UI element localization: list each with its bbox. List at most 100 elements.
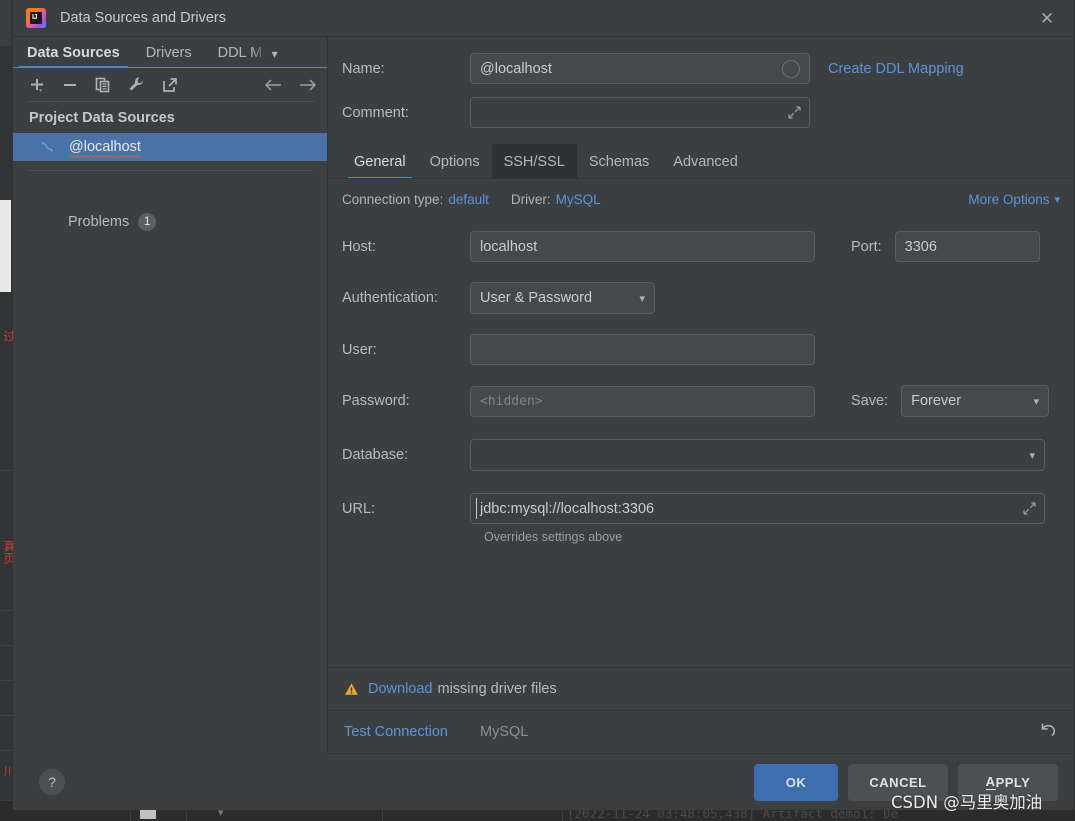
authentication-label: Authentication:: [342, 290, 438, 306]
password-placeholder: <hidden>: [480, 393, 543, 409]
problems-label: Problems: [68, 214, 130, 230]
tab-drivers[interactable]: Drivers: [146, 45, 192, 68]
background-divider-1: [0, 470, 13, 471]
sidebar-item-localhost[interactable]: @localhost: [13, 133, 327, 161]
left-pane: Data Sources Drivers DDL M ▾ Project Dat…: [13, 37, 328, 754]
name-input-value: @localhost: [480, 60, 552, 77]
driver-name-label: MySQL: [479, 724, 529, 740]
ok-button[interactable]: OK: [754, 763, 838, 801]
download-driver-link[interactable]: Download: [368, 681, 433, 697]
password-label: Password:: [342, 393, 410, 409]
password-input[interactable]: <hidden>: [470, 385, 815, 417]
tab-ddl-mappings[interactable]: DDL M: [218, 45, 266, 68]
authentication-value: User & Password: [480, 290, 593, 306]
help-question-icon[interactable]: ?: [39, 769, 65, 795]
plus-icon[interactable]: [29, 77, 45, 93]
chevron-down-icon: ▾: [1054, 193, 1060, 206]
general-tab-form: Connection type: default Driver: MySQL M…: [328, 179, 1074, 667]
chevron-down-icon: ▾: [1029, 448, 1035, 462]
tab-ssh-ssl[interactable]: SSH/SSL: [491, 144, 577, 179]
driver-value[interactable]: MySQL: [556, 192, 601, 207]
sidebar-item-label: @localhost: [69, 139, 141, 158]
background-divider-4: [0, 680, 13, 681]
more-options-button[interactable]: More Options ▾: [968, 192, 1060, 207]
warning-triangle-icon: [344, 682, 359, 697]
problems-count-badge: 1: [138, 213, 157, 231]
external-link-icon[interactable]: [162, 77, 178, 93]
user-label: User:: [342, 341, 377, 358]
undo-icon[interactable]: [1038, 720, 1058, 745]
dialog-title: Data Sources and Drivers: [60, 10, 227, 26]
driver-warning-banner: Download missing driver files: [328, 667, 1074, 710]
user-row: User:: [342, 334, 1060, 365]
save-label: Save:: [851, 393, 889, 409]
comment-row: Comment:: [328, 97, 1074, 128]
port-input[interactable]: 3306: [894, 231, 1040, 262]
database-select[interactable]: ▾: [470, 439, 1045, 471]
comment-input[interactable]: [470, 97, 810, 128]
mysql-dolphin-icon: [39, 138, 57, 156]
host-row: Host: localhost Port: 3306: [342, 231, 1060, 262]
host-input-value: localhost: [480, 238, 538, 255]
port-label: Port:: [851, 238, 882, 255]
sidebar-toolbar: [13, 68, 327, 102]
chevron-down-icon: ▾: [639, 291, 645, 305]
chevron-down-icon: ▾: [1033, 394, 1040, 408]
test-connection-banner: Test Connection MySQL: [328, 710, 1074, 754]
name-label: Name:: [342, 60, 385, 77]
user-input[interactable]: [470, 334, 815, 365]
save-value: Forever: [911, 393, 962, 409]
background-divider-3: [0, 645, 13, 646]
database-row: Database: ▾: [342, 439, 1060, 471]
driver-banner-text: missing driver files: [437, 681, 557, 697]
problems-row[interactable]: Problems 1: [13, 207, 327, 237]
authentication-select[interactable]: User & Password ▾: [470, 282, 655, 314]
background-panel-top: [0, 0, 11, 46]
tab-advanced[interactable]: Advanced: [661, 144, 750, 179]
connection-type-value[interactable]: default: [448, 192, 489, 207]
detail-tabs: General Options SSH/SSL Schemas Advanced: [328, 144, 1074, 179]
wrench-icon[interactable]: [128, 76, 145, 93]
sidebar-tabs: Data Sources Drivers DDL M ▾: [13, 37, 327, 68]
password-row: Password: <hidden> Save: Forever ▾: [342, 385, 1060, 417]
authentication-row: Authentication: User & Password ▾: [342, 282, 1060, 314]
circle-icon[interactable]: [782, 59, 800, 78]
url-input-value: jdbc:mysql://localhost:3306: [480, 500, 655, 517]
copy-icon[interactable]: [95, 77, 111, 93]
name-input[interactable]: @localhost: [470, 53, 810, 84]
background-panel-white: [0, 200, 11, 292]
arrow-left-icon[interactable]: [264, 77, 282, 93]
csdn-watermark: CSDN @马里奥加油: [891, 793, 1043, 812]
close-icon[interactable]: ✕: [1020, 0, 1074, 37]
host-label: Host:: [342, 238, 376, 255]
database-label: Database:: [342, 447, 409, 463]
chevron-down-icon[interactable]: ▾: [272, 47, 278, 68]
right-pane: Name: @localhost Create DDL Mapping Comm…: [328, 37, 1074, 754]
arrow-right-icon[interactable]: [299, 77, 317, 93]
project-data-sources-group-label: Project Data Sources: [29, 110, 175, 126]
tab-data-sources[interactable]: Data Sources: [19, 45, 128, 68]
connection-type-label: Connection type:: [342, 192, 444, 207]
text-caret: [476, 498, 477, 519]
apply-label-rest: PPLY: [995, 774, 1031, 790]
comment-label: Comment:: [342, 104, 409, 121]
minus-icon[interactable]: [62, 77, 78, 93]
expand-icon[interactable]: [788, 105, 801, 122]
dialog-body: Data Sources Drivers DDL M ▾ Project Dat…: [13, 37, 1074, 754]
tab-general[interactable]: General: [342, 144, 418, 179]
create-ddl-mapping-link[interactable]: Create DDL Mapping: [828, 61, 964, 77]
save-select[interactable]: Forever ▾: [901, 385, 1050, 417]
tab-options[interactable]: Options: [418, 144, 492, 179]
expand-icon[interactable]: [1023, 501, 1036, 518]
url-row: URL: jdbc:mysql://localhost:3306: [342, 493, 1060, 524]
tab-schemas[interactable]: Schemas: [577, 144, 661, 179]
host-input[interactable]: localhost: [470, 231, 815, 262]
port-input-value: 3306: [904, 238, 937, 255]
intellij-idea-icon: IJ: [26, 8, 46, 28]
sidebar-divider: [27, 170, 313, 171]
url-input[interactable]: jdbc:mysql://localhost:3306: [470, 493, 1045, 524]
background-divider-6: [0, 750, 13, 751]
url-hint: Overrides settings above: [484, 530, 623, 544]
test-connection-link[interactable]: Test Connection: [344, 724, 448, 740]
url-label: URL:: [342, 500, 376, 517]
